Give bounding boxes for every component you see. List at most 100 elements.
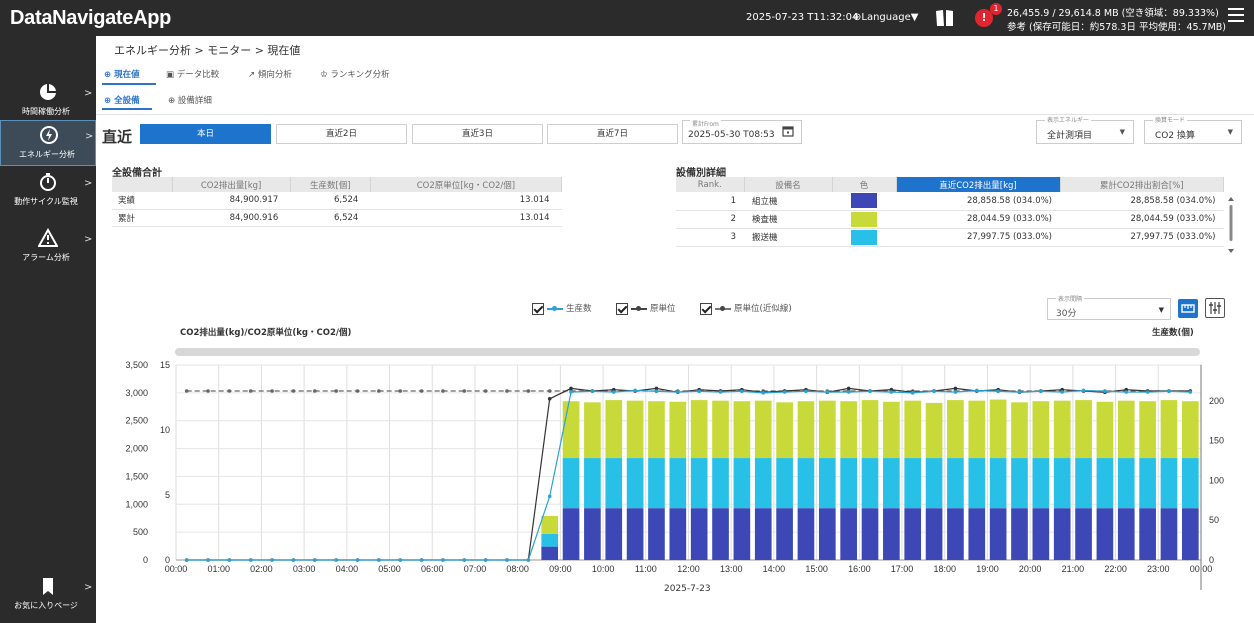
subtab-all-equipment[interactable]: ⊕ 全設備 <box>104 94 140 106</box>
y-axis-left-label: CO2排出量(kg)/CO2原単位(kg・CO2/個) <box>180 328 352 338</box>
tab-data-compare[interactable]: ▣ データ比較 <box>166 68 219 80</box>
search-icon: ⊕ <box>104 96 115 106</box>
period-2days-button[interactable]: 直近2日 <box>276 124 407 144</box>
line-point <box>654 389 659 394</box>
sidebar-item-energy-analysis[interactable]: エネルギー分析 > <box>0 120 96 166</box>
table-scrollbar[interactable] <box>1227 196 1235 254</box>
equipment-detail-table: Rank. 設備名 色 直近CO2排出量[kg] 累計CO2排出割合[%] 1 … <box>676 177 1224 247</box>
line-point <box>910 391 915 395</box>
bar-segment <box>562 508 580 560</box>
bar-segment <box>1075 400 1092 459</box>
y-left-tick-label: 1,500 <box>125 471 148 481</box>
energy-select[interactable]: 表示エネルギー 全計測項目 ▼ <box>1036 115 1134 144</box>
chevron-down-icon: ▼ <box>1119 128 1125 136</box>
hamburger-menu-icon[interactable] <box>1228 8 1244 24</box>
checkbox-production[interactable] <box>532 302 544 315</box>
ruler-button[interactable] <box>1178 299 1198 318</box>
bar-segment <box>605 458 623 509</box>
line-point <box>1039 389 1043 394</box>
bar-segment <box>1096 458 1114 509</box>
sorted-column-header[interactable]: 直近CO2排出量[kg] <box>896 177 1061 192</box>
sidebar-item-time-analysis[interactable]: 時間稼働分析 > <box>0 78 96 124</box>
legend-unit-approx[interactable]: 原単位(近似線) <box>700 302 792 315</box>
sidebar-item-cycle-monitor[interactable]: 動作サイクル監視 > <box>0 168 96 214</box>
bar-segment <box>669 508 687 560</box>
line-point <box>889 390 894 394</box>
y-right-tick-label: 0 <box>1209 555 1214 565</box>
x-tick-label: 14:00 <box>763 564 786 574</box>
warning-icon <box>38 228 58 247</box>
language-label: Language▼ <box>861 12 919 23</box>
table-row[interactable]: 3 搬送機 27,997.75 (033.0%) 27,997.75 (033.… <box>676 228 1224 247</box>
x-tick-label: 20:00 <box>1019 564 1042 574</box>
legend-production[interactable]: 生産数 <box>532 302 592 315</box>
bar-segment <box>733 508 751 560</box>
calendar-icon[interactable] <box>782 125 794 137</box>
x-tick-label: 10:00 <box>592 564 615 574</box>
tab-current-value[interactable]: ⊕ 現在値 <box>104 68 140 80</box>
bar-segment <box>1053 458 1071 509</box>
tab-ranking-analysis[interactable]: ♔ ランキング分析 <box>320 68 390 80</box>
bar-segment <box>861 508 879 560</box>
bar-segment <box>925 402 943 459</box>
language-selector[interactable]: ⊕Language▼ <box>853 12 918 23</box>
bar-segment <box>605 508 623 560</box>
period-7days-button[interactable]: 直近7日 <box>547 124 678 144</box>
active-subtab-indicator <box>102 108 152 110</box>
table-row[interactable]: 1 組立機 28,858.58 (034.0%) 28,858.58 (034.… <box>676 192 1224 211</box>
interval-select[interactable]: 表示間隔 30分 ▼ <box>1047 294 1171 320</box>
bar-segment <box>712 458 729 509</box>
x-tick-label: 03:00 <box>293 564 316 574</box>
manual-book-icon[interactable] <box>934 8 956 28</box>
app-title[interactable]: DataNavigateApp <box>10 7 171 30</box>
bar-segment <box>562 458 580 509</box>
bar-segment <box>776 402 793 459</box>
x-tick-label: 00:00 <box>165 564 188 574</box>
period-3days-button[interactable]: 直近3日 <box>412 124 543 144</box>
bar-segment <box>797 401 815 459</box>
bar-segment <box>1117 458 1135 509</box>
checkbox-unit-approx[interactable] <box>700 302 712 315</box>
bar-segment <box>1096 508 1114 560</box>
line-point <box>227 389 232 393</box>
sliders-icon <box>1209 302 1221 314</box>
line-point <box>526 389 531 393</box>
bar-segment <box>840 508 857 560</box>
bar-segment <box>754 400 772 459</box>
x-tick-label: 02:00 <box>250 564 273 574</box>
conversion-mode-select[interactable]: 換算モード CO2 換算 ▼ <box>1144 115 1242 144</box>
bar-segment <box>562 401 580 459</box>
bar-segment <box>947 400 964 459</box>
sidebar-item-favorites[interactable]: お気に入りページ > <box>0 572 96 618</box>
line-point <box>740 389 744 394</box>
bar-segment <box>1075 458 1092 509</box>
table-row[interactable]: 2 検査機 28,044.59 (033.0%) 28,044.59 (033.… <box>676 210 1224 229</box>
line-point <box>248 558 253 562</box>
subtab-equipment-detail[interactable]: ⊕ 設備詳細 <box>168 94 212 106</box>
line-point <box>761 391 766 395</box>
x-tick-label: 13:00 <box>720 564 743 574</box>
x-tick-label: 07:00 <box>464 564 487 574</box>
x-tick-label: 06:00 <box>421 564 444 574</box>
line-point <box>270 558 274 562</box>
line-point <box>1081 388 1086 393</box>
bar-segment <box>1075 508 1092 560</box>
line-point <box>569 386 573 391</box>
legend-unit[interactable]: 原単位 <box>616 302 676 315</box>
settings-sliders-button[interactable] <box>1205 298 1225 318</box>
line-point <box>291 558 296 562</box>
x-axis-date-label: 2025-7-23 <box>664 584 711 594</box>
line-point <box>441 389 445 393</box>
bar-segment <box>1032 401 1050 459</box>
line-point <box>355 389 360 393</box>
cumulative-from-value: 2025-05-30 T08:53 <box>688 130 775 140</box>
line-point <box>1188 390 1193 394</box>
tab-trend-analysis[interactable]: ↗ 傾向分析 <box>248 68 292 80</box>
y-unit-tick-label: 0 <box>165 555 170 565</box>
bar-segment <box>1181 401 1199 459</box>
line-point <box>206 389 210 393</box>
line-point <box>846 390 851 394</box>
checkbox-unit[interactable] <box>616 302 628 315</box>
sidebar-item-alarm-analysis[interactable]: アラーム分析 > <box>0 224 96 270</box>
period-today-button[interactable]: 本日 <box>140 124 271 144</box>
